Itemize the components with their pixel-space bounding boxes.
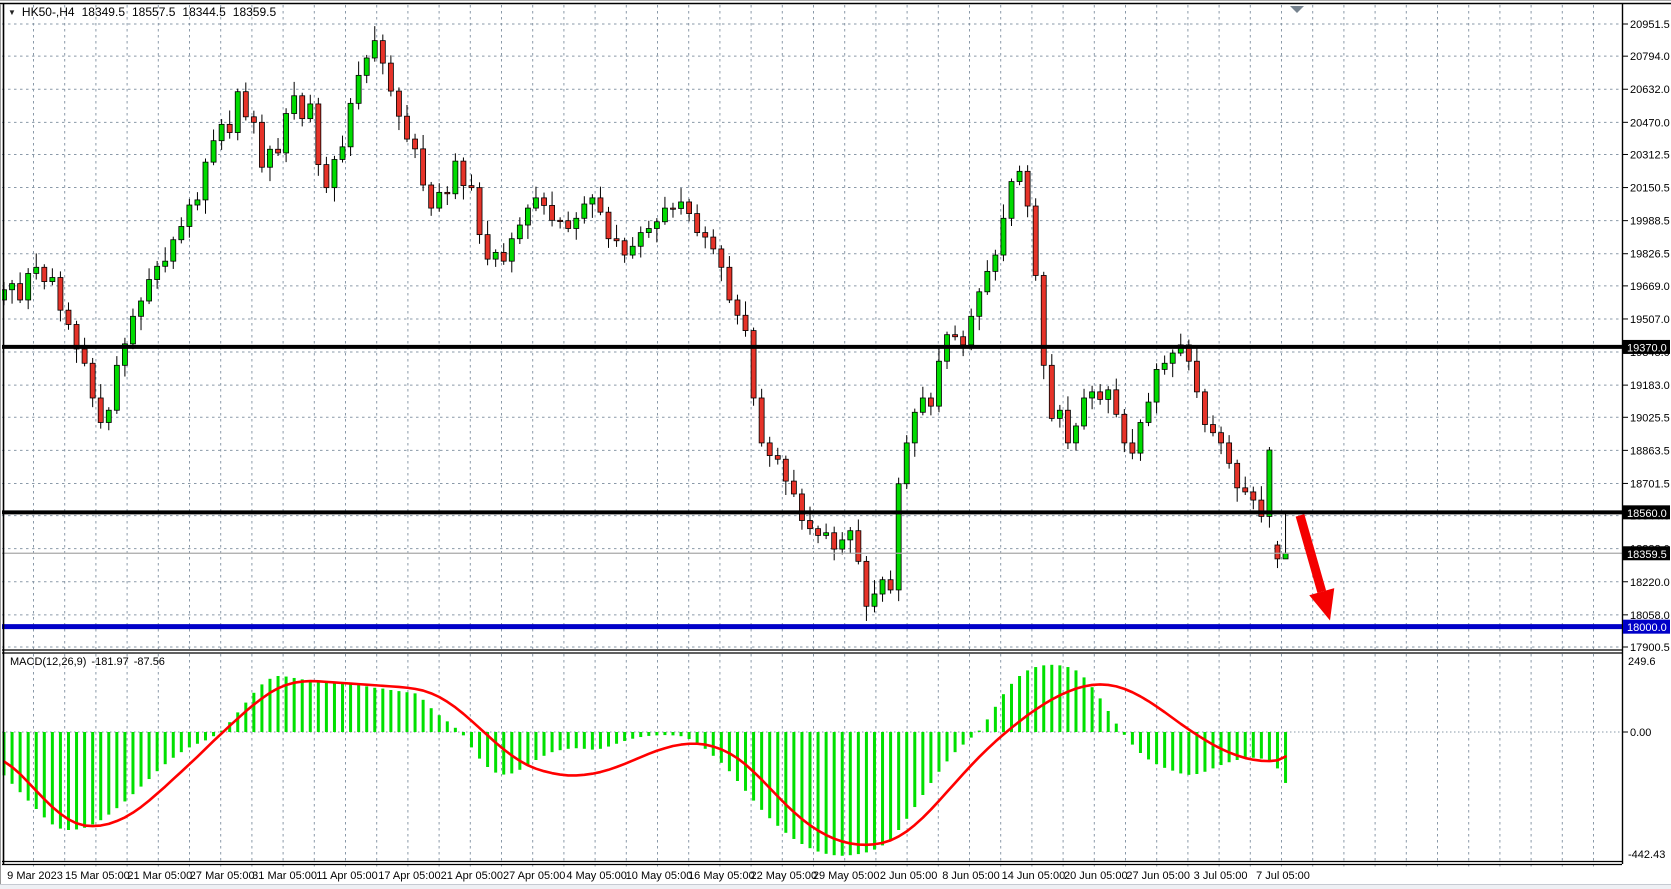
time-tick-label: 22 May 05:00 <box>750 870 817 882</box>
price-tick-label: 20150.5 <box>1630 183 1670 195</box>
time-tick-label: 8 Jun 05:00 <box>942 870 1000 882</box>
time-tick-label: 9 Mar 2023 <box>7 870 63 882</box>
down-arrow-annotation[interactable] <box>1300 515 1334 620</box>
ohlc-open: 18349.5 <box>82 5 125 19</box>
time-tick-label: 4 May 05:00 <box>566 870 627 882</box>
symbol-period-label: HK50-,H4 <box>22 5 75 19</box>
time-axis[interactable]: 9 Mar 202315 Mar 05:0021 Mar 05:0027 Mar… <box>7 870 1310 882</box>
price-tick-label: 18701.5 <box>1630 478 1670 490</box>
price-tick-label: 17900.5 <box>1630 642 1670 654</box>
price-tick-label: 18863.5 <box>1630 445 1670 457</box>
ohlc-high: 18557.5 <box>132 5 175 19</box>
time-tick-label: 10 May 05:00 <box>626 870 693 882</box>
chart-canvas[interactable]: 20951.5 20794.0 20632.0 20470.0 20312.5 20150… <box>0 0 1671 889</box>
price-tick-label: 19826.5 <box>1630 249 1670 261</box>
price-tick-label: 20632.0 <box>1630 84 1670 96</box>
time-tick-label: 3 Jul 05:00 <box>1194 870 1248 882</box>
price-tick-label: 19669.0 <box>1630 281 1670 293</box>
time-tick-label: 27 Jun 05:00 <box>1126 870 1190 882</box>
level-lines-layer[interactable] <box>2 347 1622 627</box>
price-tick-label: 20312.5 <box>1630 149 1670 161</box>
time-tick-label: 27 Apr 05:00 <box>503 870 565 882</box>
time-tick-label: 14 Jun 05:00 <box>1002 870 1066 882</box>
price-tag-label: 18000.0 <box>1627 622 1667 634</box>
symbol-dropdown-icon[interactable]: ▼ <box>8 8 16 17</box>
time-tick-label: 29 May 05:00 <box>813 870 880 882</box>
time-tick-label: 21 Mar 05:00 <box>127 870 192 882</box>
window-bottom-strip <box>0 884 1671 889</box>
time-tick-label: 20 Jun 05:00 <box>1064 870 1128 882</box>
symbol-header: ▼ HK50-,H4 18349.5 18557.5 18344.5 18359.5 <box>8 5 283 19</box>
time-tick-label: 2 Jun 05:00 <box>880 870 938 882</box>
price-tick-label: 18220.0 <box>1630 577 1670 589</box>
price-tick-label: 20470.0 <box>1630 117 1670 129</box>
macd-indicator-label: MACD(12,26,9) -181.97 -87.56 <box>10 656 170 668</box>
chart-shift-marker-icon[interactable] <box>1290 6 1304 13</box>
price-tick-label: 20951.5 <box>1630 19 1670 31</box>
time-tick-label: 21 Apr 05:00 <box>441 870 503 882</box>
macd-scale-zero: 0.00 <box>1630 727 1651 739</box>
price-tag-label: 18560.0 <box>1627 508 1667 520</box>
macd-scale: 249.6 0.00 -442.43 <box>1622 656 1665 861</box>
price-tick-label: 19988.5 <box>1630 216 1670 228</box>
macd-scale-top: 249.6 <box>1628 656 1656 668</box>
price-tag-label: 19370.0 <box>1627 342 1667 354</box>
price-axis[interactable]: 20951.5 20794.0 20632.0 20470.0 20312.5 20150… <box>1622 19 1670 654</box>
price-tick-label: 19025.5 <box>1630 412 1670 424</box>
macd-main-value: -181.97 <box>91 656 128 668</box>
macd-signal-value: -87.56 <box>134 656 165 668</box>
time-tick-label: 27 Mar 05:00 <box>190 870 255 882</box>
price-tick-label: 19507.0 <box>1630 314 1670 326</box>
price-tick-label: 20794.0 <box>1630 51 1670 63</box>
ohlc-low: 18344.5 <box>182 5 225 19</box>
chart-window: 20951.5 20794.0 20632.0 20470.0 20312.5 20150… <box>0 0 1671 889</box>
time-tick-label: 15 Mar 05:00 <box>65 870 130 882</box>
time-tick-label: 16 May 05:00 <box>688 870 755 882</box>
macd-name: MACD(12,26,9) <box>10 656 86 668</box>
price-tag-label: 18359.5 <box>1627 549 1667 561</box>
time-tick-label: 11 Apr 05:00 <box>316 870 378 882</box>
macd-scale-bottom: -442.43 <box>1628 849 1665 861</box>
candles-layer <box>2 26 1289 621</box>
time-tick-label: 17 Apr 05:00 <box>378 870 440 882</box>
grid-layer <box>2 5 1622 868</box>
ohlc-close: 18359.5 <box>233 5 276 19</box>
price-tick-label: 19183.0 <box>1630 380 1670 392</box>
time-tick-label: 31 Mar 05:00 <box>252 870 317 882</box>
time-tick-label: 7 Jul 05:00 <box>1256 870 1310 882</box>
